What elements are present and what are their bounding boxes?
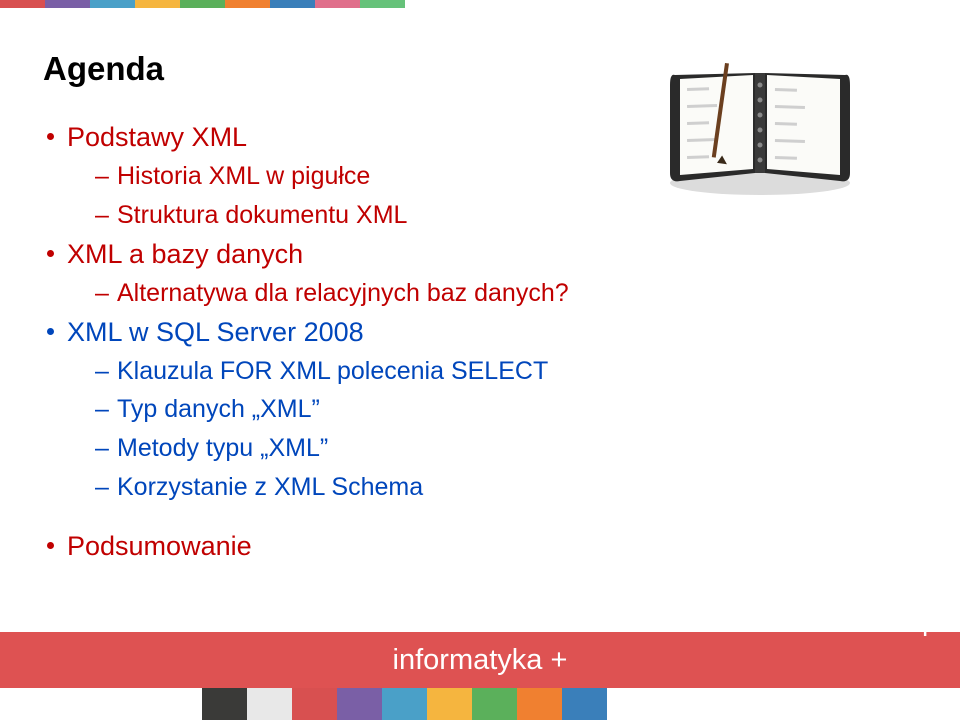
agenda-subitem: Metody typu „XML”	[95, 429, 920, 468]
slide-content: Agenda Podstawy XML Historia XML w pigułc…	[43, 50, 920, 566]
closing-item: Podsumowanie	[43, 527, 920, 566]
page-number: 4	[914, 611, 930, 644]
agenda-subitem-text: Klauzula FOR XML polecenia SELECT	[117, 357, 548, 385]
agenda-sublist: Alternatywa dla relacyjnych baz danych?	[95, 274, 920, 313]
agenda-subitem: Typ danych „XML”	[95, 390, 920, 429]
agenda-subitem: Klauzula FOR XML polecenia SELECT	[95, 352, 920, 391]
agenda-item: Podstawy XML Historia XML w pigułce Strukt…	[43, 118, 920, 235]
agenda-subitem-text: Typ danych „XML”	[117, 395, 320, 423]
agenda-subitem-text: Korzystanie z XML Schema	[117, 473, 423, 501]
agenda-subitem-text: Historia XML w pigułce	[117, 162, 370, 190]
agenda-sublist: Klauzula FOR XML polecenia SELECT Typ dan…	[95, 352, 920, 507]
closing-text: Podsumowanie	[67, 531, 252, 561]
agenda-item-text: XML w SQL Server 2008	[67, 317, 364, 347]
agenda-subitem-text: Struktura dokumentu XML	[117, 201, 407, 229]
agenda-item: XML a bazy danych Alternatywa dla relacyj…	[43, 235, 920, 313]
footer-label: informatyka +	[393, 644, 568, 677]
agenda-sublist: Historia XML w pigułce Struktura dokument…	[95, 157, 920, 235]
agenda-list: Podstawy XML Historia XML w pigułce Strukt…	[43, 118, 920, 507]
agenda-subitem: Alternatywa dla relacyjnych baz danych?	[95, 274, 920, 313]
agenda-item-text: Podstawy XML	[67, 122, 247, 152]
agenda-subitem: Struktura dokumentu XML	[95, 196, 920, 235]
top-color-strip	[0, 0, 405, 8]
agenda-subitem-text: Alternatywa dla relacyjnych baz danych?	[117, 279, 569, 307]
agenda-subitem-text: Metody typu „XML”	[117, 434, 328, 462]
footer-band: informatyka + 4	[0, 632, 960, 688]
agenda-subitem: Historia XML w pigułce	[95, 157, 920, 196]
bottom-color-strip	[202, 688, 607, 720]
agenda-subitem: Korzystanie z XML Schema	[95, 468, 920, 507]
closing-list: Podsumowanie	[43, 527, 920, 566]
agenda-item: XML w SQL Server 2008 Klauzula FOR XML po…	[43, 313, 920, 507]
slide-title: Agenda	[43, 50, 920, 88]
agenda-item-text: XML a bazy danych	[67, 239, 303, 269]
